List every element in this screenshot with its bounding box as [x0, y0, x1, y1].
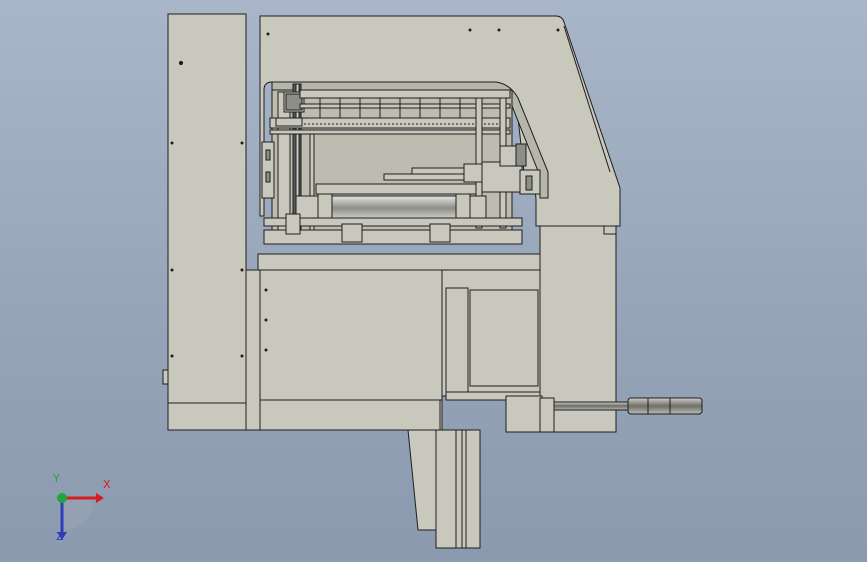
cad-viewport[interactable]: X Y Z	[0, 0, 867, 562]
machine-model-drawing[interactable]	[0, 0, 867, 562]
lower-support-leg	[407, 429, 481, 549]
machine-base	[245, 225, 617, 433]
coordinate-triad: X Y Z	[40, 472, 120, 550]
x-axis-label: X	[103, 478, 111, 491]
left-side-panel	[162, 13, 247, 431]
y-axis-label: Y	[53, 472, 60, 485]
z-axis-label: Z	[56, 530, 64, 543]
inner-mechanism	[261, 83, 541, 245]
